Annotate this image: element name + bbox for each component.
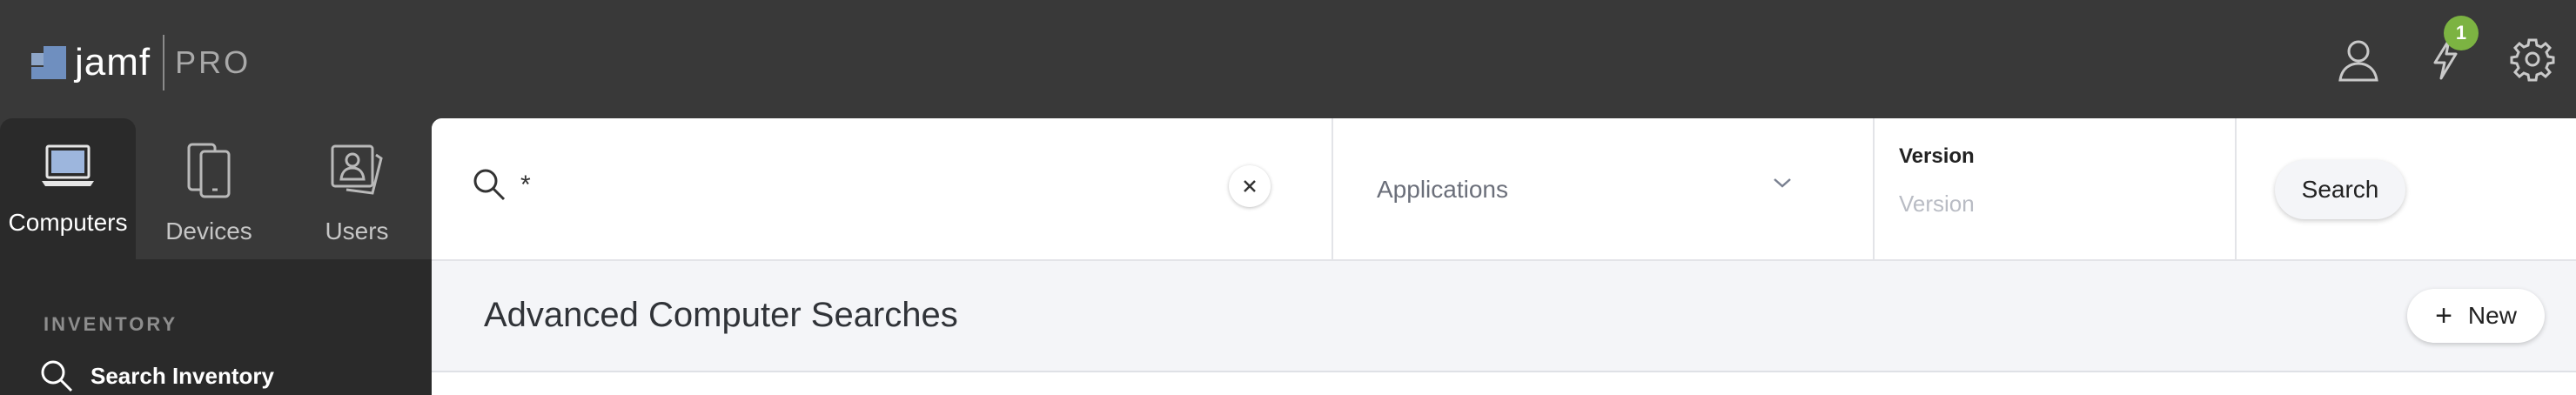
tab-users-label: Users	[325, 218, 389, 244]
new-button-label: New	[2467, 302, 2517, 329]
clear-search-button[interactable]	[1229, 165, 1271, 207]
sidebar-item-search-inventory[interactable]: Search Inventory	[40, 358, 274, 393]
laptop-icon	[42, 144, 94, 186]
mobile-devices-icon	[187, 143, 231, 198]
tab-computers[interactable]: Computers	[0, 118, 136, 259]
version-field[interactable]	[1894, 183, 2198, 224]
top-header: jamf PRO 1	[0, 0, 2576, 118]
notification-count-badge[interactable]: 1	[2444, 16, 2479, 50]
primary-nav-tabs: Computers Devices Users	[0, 118, 432, 259]
version-field-label: Version	[1899, 144, 1975, 168]
search-icon	[41, 360, 73, 392]
tab-computers-label: Computers	[8, 209, 128, 236]
jamf-pro-logo[interactable]: jamf PRO	[31, 35, 252, 90]
tab-devices-label: Devices	[165, 218, 252, 244]
tab-users[interactable]: Users	[287, 118, 426, 259]
sidebar: INVENTORY Search Inventory	[0, 259, 432, 395]
main-panel: * Applications Version Search Advanced C…	[432, 118, 2576, 395]
category-select[interactable]: Applications	[1333, 118, 1817, 261]
brand-name: jamf	[75, 41, 151, 84]
search-icon	[472, 167, 506, 206]
new-button[interactable]: + New	[2407, 289, 2545, 343]
product-name: PRO	[175, 44, 252, 80]
sidebar-item-label: Search Inventory	[91, 362, 274, 389]
search-divider	[2235, 118, 2237, 261]
logo-divider	[163, 35, 165, 90]
gear-settings-icon[interactable]	[2510, 37, 2555, 82]
inventory-search-bar: * Applications Version Search	[432, 118, 2576, 261]
search-button[interactable]: Search	[2275, 160, 2405, 219]
close-icon	[1244, 180, 1256, 192]
users-icon	[331, 144, 383, 195]
plus-icon: +	[2435, 299, 2452, 332]
jamf-logo-mark-icon	[31, 46, 66, 79]
content-area	[432, 372, 2576, 395]
chevron-down-icon	[1772, 176, 1793, 194]
user-account-icon[interactable]	[2336, 37, 2381, 82]
category-select-value: Applications	[1377, 176, 1508, 203]
page-title: Advanced Computer Searches	[484, 296, 958, 334]
search-divider	[1873, 118, 1875, 261]
inventory-section-label: INVENTORY	[44, 313, 178, 335]
search-query-input[interactable]: *	[520, 171, 531, 200]
tab-devices[interactable]: Devices	[139, 118, 278, 259]
